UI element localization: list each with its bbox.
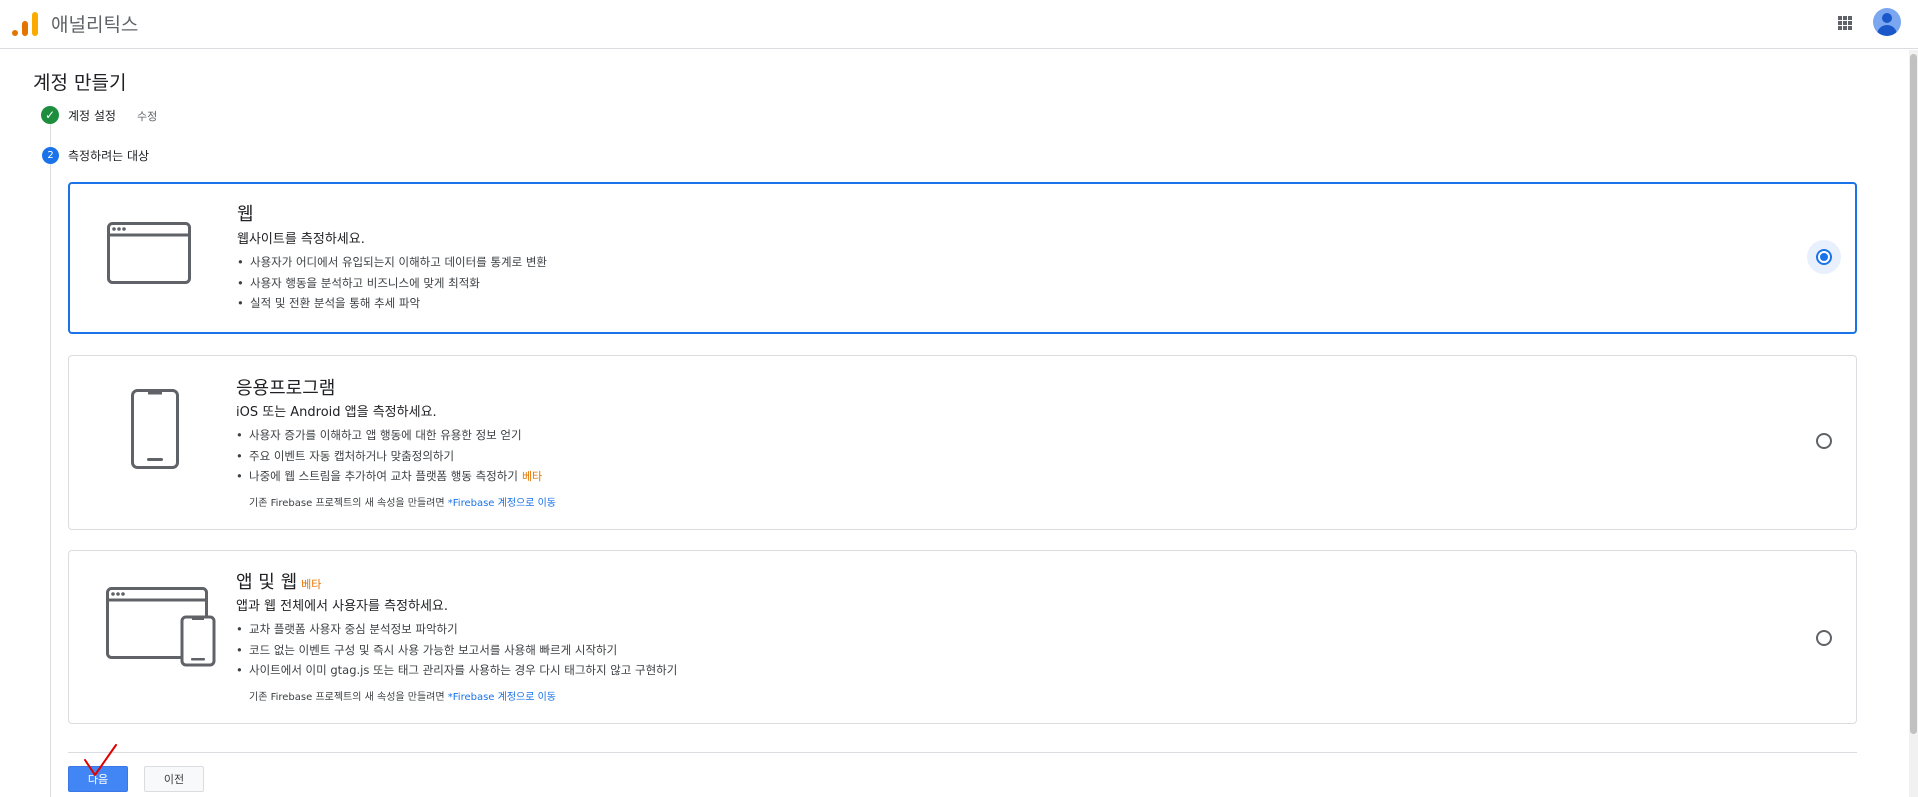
page-title: 계정 만들기 (33, 72, 127, 94)
option-title-web: 웹 (237, 204, 254, 225)
step-complete-check-icon: ✓ (41, 106, 59, 124)
option-card-app[interactable]: 응용프로그램 iOS 또는 Android 앱을 측정하세요. 사용자 증가를 … (68, 355, 1857, 530)
scrollbar-thumb[interactable] (1910, 54, 1917, 734)
option-subtitle-app-and-web: 앱과 웹 전체에서 사용자를 측정하세요. (236, 599, 449, 614)
firebase-link[interactable]: *Firebase 계정으로 이동 (448, 692, 556, 703)
list-item: 실적 및 전환 분석을 통해 추세 파악 (237, 293, 547, 314)
option-subtitle-web: 웹사이트를 측정하세요. (237, 232, 365, 247)
step1-label: 계정 설정 (68, 109, 116, 123)
option-card-web[interactable]: 웹 웹사이트를 측정하세요. 사용자가 어디에서 유입되는지 이해하고 데이터를… (68, 182, 1857, 334)
mobile-phone-icon (131, 389, 179, 469)
radio-app[interactable] (1816, 433, 1832, 449)
firebase-note-text: 기존 Firebase 프로젝트의 새 속성을 만들려면 (249, 692, 445, 703)
list-item: 사이트에서 이미 gtag.js 또는 태그 관리자를 사용하는 경우 다시 태… (236, 660, 677, 681)
option-card-app-and-web[interactable]: 앱 및 웹베타 앱과 웹 전체에서 사용자를 측정하세요. 교차 플랫폼 사용자… (68, 550, 1857, 724)
list-item: 사용자 증가를 이해하고 앱 행동에 대한 유용한 정보 얻기 (236, 425, 542, 446)
option-bullets-app: 사용자 증가를 이해하고 앱 행동에 대한 유용한 정보 얻기 주요 이벤트 자… (236, 425, 542, 488)
browser-window-icon (107, 222, 191, 284)
browser-and-phone-icon (106, 587, 216, 667)
list-item: 나중에 웹 스트림을 추가하여 교차 플랫폼 행동 측정하기베타 (236, 466, 542, 488)
firebase-note: 기존 Firebase 프로젝트의 새 속성을 만들려면 *Firebase 계… (249, 688, 556, 703)
list-item: 사용자가 어디에서 유입되는지 이해하고 데이터를 통계로 변환 (237, 252, 547, 273)
actions-divider (68, 752, 1857, 753)
option-title-app: 응용프로그램 (236, 378, 336, 399)
next-button[interactable]: 다음 (68, 766, 128, 792)
analytics-logo-icon[interactable] (12, 10, 38, 36)
list-item: 코드 없는 이벤트 구성 및 즉시 사용 가능한 보고서를 사용해 빠르게 시작… (236, 640, 677, 661)
option-bullets-web: 사용자가 어디에서 유입되는지 이해하고 데이터를 통계로 변환 사용자 행동을… (237, 252, 547, 314)
top-app-bar: 애널리틱스 (0, 0, 1918, 49)
option-subtitle-app: iOS 또는 Android 앱을 측정하세요. (236, 405, 437, 420)
beta-badge: 베타 (301, 578, 322, 591)
list-item: 주요 이벤트 자동 캡처하거나 맞춤정의하기 (236, 446, 542, 467)
list-item: 사용자 행동을 분석하고 비즈니스에 맞게 최적화 (237, 273, 547, 294)
radio-web[interactable] (1816, 249, 1832, 265)
app-title[interactable]: 애널리틱스 (51, 10, 138, 37)
step2-label: 측정하려는 대상 (68, 149, 150, 163)
stepper-line (50, 113, 51, 797)
option-bullets-app-and-web: 교차 플랫폼 사용자 중심 분석정보 파악하기 코드 없는 이벤트 구성 및 즉… (236, 619, 677, 681)
page-scrollbar[interactable] (1909, 50, 1918, 797)
list-item-text: 나중에 웹 스트림을 추가하여 교차 플랫폼 행동 측정하기 (249, 469, 518, 483)
beta-badge: 베타 (521, 470, 543, 483)
step1-edit-link[interactable]: 수정 (137, 108, 157, 124)
firebase-link[interactable]: *Firebase 계정으로 이동 (448, 498, 556, 509)
option-title-app-and-web: 앱 및 웹 베타 (236, 568, 321, 594)
previous-button[interactable]: 이전 (144, 766, 204, 792)
step2-number-badge: 2 (42, 147, 59, 164)
radio-app-and-web[interactable] (1816, 630, 1832, 646)
firebase-note-text: 기존 Firebase 프로젝트의 새 속성을 만들려면 (249, 498, 445, 509)
firebase-note: 기존 Firebase 프로젝트의 새 속성을 만들려면 *Firebase 계… (249, 494, 556, 509)
option-title-text: 앱 및 웹 (236, 572, 298, 593)
apps-grid-icon[interactable] (1838, 16, 1852, 30)
list-item: 교차 플랫폼 사용자 중심 분석정보 파악하기 (236, 619, 677, 640)
account-avatar-icon[interactable] (1873, 8, 1901, 36)
